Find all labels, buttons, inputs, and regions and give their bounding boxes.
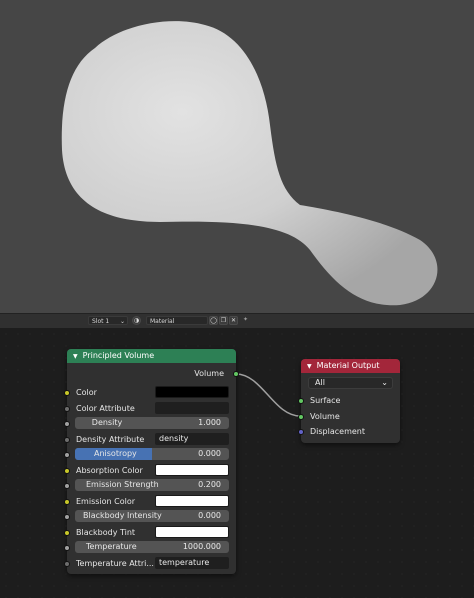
material-output-node[interactable]: ▼ Material Output All ⌄ Surface Volume Di… bbox=[298, 359, 400, 443]
color-swatch[interactable] bbox=[155, 526, 229, 538]
density-attribute-field[interactable]: density bbox=[155, 433, 229, 445]
material-name: Material bbox=[150, 318, 175, 325]
input-label: Blackbody Tint bbox=[76, 528, 136, 537]
field-value: 0.000 bbox=[198, 449, 221, 458]
displacement-input-socket[interactable] bbox=[298, 428, 304, 435]
input-label: Temperature Attri... bbox=[76, 559, 154, 568]
close-icon[interactable]: ✕ bbox=[229, 316, 238, 325]
field-value: 1.000 bbox=[198, 418, 221, 427]
field-value: 0.000 bbox=[198, 511, 221, 520]
field-label: Density bbox=[91, 418, 123, 427]
input-label: Surface bbox=[310, 396, 341, 405]
volume-blob bbox=[61, 21, 438, 306]
input-socket[interactable] bbox=[64, 482, 70, 489]
input-row-displacement: Displacement bbox=[298, 425, 400, 438]
input-socket[interactable] bbox=[64, 389, 70, 396]
temperature-field[interactable]: Temperature 1000.000 bbox=[75, 541, 229, 553]
input-label: Color bbox=[76, 388, 97, 397]
node-editor-canvas[interactable]: ▼ Principled Volume Volume Color Color At… bbox=[0, 328, 474, 598]
input-socket[interactable] bbox=[64, 544, 70, 551]
input-label: Density Attribute bbox=[76, 435, 145, 444]
input-label: Volume bbox=[310, 412, 340, 421]
field-value: 0.200 bbox=[198, 480, 221, 489]
input-row-blackbody-intensity: Blackbody Intensity 0.000 bbox=[64, 510, 236, 523]
node-title: Material Output bbox=[316, 361, 380, 370]
color-swatch[interactable] bbox=[155, 386, 229, 398]
principled-volume-header[interactable]: ▼ Principled Volume bbox=[67, 349, 236, 363]
field-value: 1000.000 bbox=[182, 542, 221, 551]
input-socket[interactable] bbox=[64, 560, 70, 567]
material-output-header[interactable]: ▼ Material Output bbox=[301, 359, 400, 373]
input-label: Absorption Color bbox=[76, 466, 143, 475]
collapse-triangle-icon[interactable]: ▼ bbox=[73, 353, 78, 360]
volume-output-row: Volume bbox=[67, 367, 239, 380]
input-socket[interactable] bbox=[64, 436, 70, 443]
slot-label: Slot 1 bbox=[92, 318, 110, 325]
input-row-emission-color: Emission Color bbox=[64, 495, 236, 508]
surface-input-socket[interactable] bbox=[298, 397, 304, 404]
input-row-color-attribute: Color Attribute bbox=[64, 402, 236, 415]
material-sphere-icon[interactable]: ◑ bbox=[132, 316, 141, 325]
input-row-absorption-color: Absorption Color bbox=[64, 464, 236, 477]
input-row-blackbody-tint: Blackbody Tint bbox=[64, 526, 236, 539]
node-editor-header: Slot 1 ⌄ ◑ Material ◯ ❐ ✕ ✦ bbox=[0, 313, 474, 328]
input-label: Color Attribute bbox=[76, 404, 135, 413]
input-socket[interactable] bbox=[64, 405, 70, 412]
target-dropdown[interactable]: All ⌄ bbox=[308, 377, 393, 389]
density-field[interactable]: Density 1.000 bbox=[75, 417, 229, 429]
color-attribute-field[interactable] bbox=[155, 402, 229, 414]
color-swatch[interactable] bbox=[155, 464, 229, 476]
shield-icon[interactable]: ◯ bbox=[209, 316, 218, 325]
input-row-temperature: Temperature 1000.000 bbox=[64, 541, 236, 554]
color-swatch[interactable] bbox=[155, 495, 229, 507]
field-label: Anisotropy bbox=[94, 449, 137, 458]
duplicate-icon[interactable]: ❐ bbox=[219, 316, 228, 325]
input-label: Emission Color bbox=[76, 497, 136, 506]
input-row-temperature-attribute: Temperature Attri... temperature bbox=[64, 557, 236, 570]
3d-viewport[interactable] bbox=[0, 0, 474, 313]
emission-strength-field[interactable]: Emission Strength 0.200 bbox=[75, 479, 229, 491]
input-row-volume: Volume bbox=[298, 410, 400, 423]
material-name-field[interactable]: Material bbox=[146, 316, 208, 325]
input-row-emission-strength: Emission Strength 0.200 bbox=[64, 479, 236, 492]
target-value: All bbox=[315, 378, 325, 387]
collapse-triangle-icon[interactable]: ▼ bbox=[307, 363, 312, 370]
chevron-down-icon: ⌄ bbox=[119, 318, 125, 325]
input-socket[interactable] bbox=[64, 529, 70, 536]
temperature-attribute-field[interactable]: temperature bbox=[155, 557, 229, 569]
input-row-anisotropy: Anisotropy 0.000 bbox=[64, 448, 236, 461]
slot-dropdown[interactable]: Slot 1 ⌄ bbox=[88, 316, 128, 325]
input-socket[interactable] bbox=[64, 498, 70, 505]
input-socket[interactable] bbox=[64, 451, 70, 458]
chevron-down-icon: ⌄ bbox=[381, 378, 388, 387]
input-row-density: Density 1.000 bbox=[64, 417, 236, 430]
anisotropy-slider[interactable]: Anisotropy 0.000 bbox=[75, 448, 229, 460]
volume-output-socket[interactable] bbox=[233, 370, 239, 377]
input-socket[interactable] bbox=[64, 467, 70, 474]
principled-volume-node[interactable]: ▼ Principled Volume Volume Color Color At… bbox=[64, 349, 239, 574]
input-row-surface: Surface bbox=[298, 394, 400, 407]
pin-icon[interactable]: ✦ bbox=[241, 316, 250, 325]
input-row-color: Color bbox=[64, 386, 236, 399]
rendered-volume-preview bbox=[61, 21, 438, 306]
field-label: Blackbody Intensity bbox=[83, 511, 162, 520]
input-socket[interactable] bbox=[64, 513, 70, 520]
field-label: Emission Strength bbox=[86, 480, 159, 489]
field-label: Temperature bbox=[86, 542, 137, 551]
input-label: Displacement bbox=[310, 427, 365, 436]
output-label: Volume bbox=[194, 369, 224, 378]
node-title: Principled Volume bbox=[82, 351, 155, 360]
input-row-density-attribute: Density Attribute density bbox=[64, 433, 236, 446]
volume-input-socket[interactable] bbox=[298, 413, 304, 420]
blackbody-intensity-field[interactable]: Blackbody Intensity 0.000 bbox=[75, 510, 229, 522]
